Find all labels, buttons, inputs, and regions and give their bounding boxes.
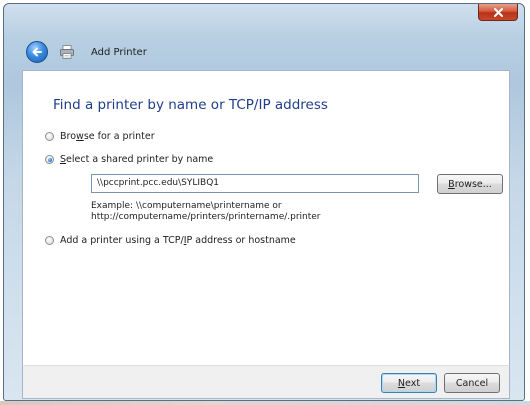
- shared-printer-option[interactable]: Select a shared printer by name: [45, 154, 213, 165]
- back-button[interactable]: [26, 41, 48, 63]
- example-line-2: http://computername/printers/printername…: [91, 212, 321, 222]
- shared-printer-radio[interactable]: [45, 155, 54, 164]
- browse-printer-radio[interactable]: [45, 132, 54, 141]
- example-text: Example: \\computername\printername or h…: [91, 201, 321, 223]
- browse-button-label: Browse...: [448, 178, 492, 190]
- taskbar-strip: [0, 401, 530, 405]
- page-title: Find a printer by name or TCP/IP address: [53, 97, 328, 113]
- tcpip-option[interactable]: Add a printer using a TCP/IP address or …: [45, 235, 296, 246]
- wizard-header: Add Printer: [12, 34, 516, 70]
- tcpip-radio[interactable]: [45, 236, 54, 245]
- example-line-1: Example: \\computername\printername or: [91, 201, 282, 211]
- wizard-title: Add Printer: [91, 46, 147, 58]
- add-printer-window: Add Printer Find a printer by name or TC…: [3, 3, 525, 401]
- browse-printer-label: Browse for a printer: [60, 131, 155, 142]
- printer-icon: [60, 45, 74, 59]
- next-button-label: Next: [397, 377, 421, 389]
- next-button[interactable]: Next: [381, 373, 437, 393]
- browse-button[interactable]: Browse...: [437, 174, 503, 194]
- tcpip-label: Add a printer using a TCP/IP address or …: [60, 235, 296, 246]
- close-button[interactable]: [478, 4, 518, 21]
- wizard-content: Find a printer by name or TCP/IP address…: [22, 70, 510, 366]
- wizard-footer: Next Cancel: [22, 365, 510, 399]
- shared-printer-input[interactable]: \\pccprint.pcc.edu\SYLIBQ1: [91, 174, 419, 193]
- cancel-button[interactable]: Cancel: [444, 373, 500, 393]
- browse-printer-option[interactable]: Browse for a printer: [45, 131, 155, 142]
- back-arrow-icon: [32, 47, 42, 57]
- close-icon: [493, 7, 503, 17]
- shared-printer-label: Select a shared printer by name: [60, 154, 214, 165]
